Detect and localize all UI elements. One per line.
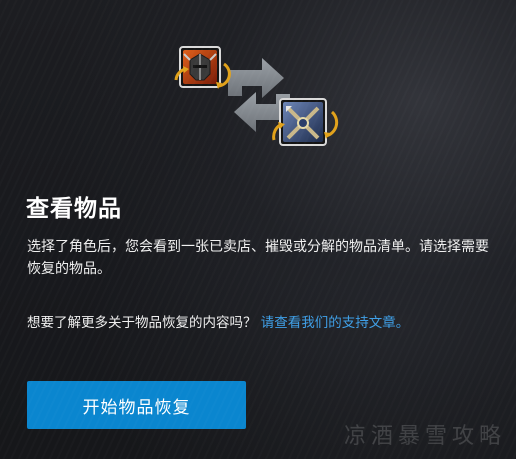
crossed-weapon-item-icon <box>279 98 327 146</box>
help-prompt: 想要了解更多关于物品恢复的内容吗？ <box>27 315 257 331</box>
item-restoration-panel: 查看物品 选择了角色后，您会看到一张已卖店、摧毁或分解的物品清单。请选择需要恢复… <box>0 0 516 459</box>
helmet-item-icon <box>179 46 221 88</box>
description-text: 选择了角色后，您会看到一张已卖店、摧毁或分解的物品清单。请选择需要恢复的物品。 <box>27 239 489 277</box>
help-line: 想要了解更多关于物品恢复的内容吗？ 请查看我们的支持文章。 <box>27 313 507 333</box>
start-restoration-button[interactable]: 开始物品恢复 <box>27 381 246 429</box>
watermark-text: 凉酒暴雪攻略 <box>343 424 506 449</box>
support-article-link[interactable]: 请查看我们的支持文章。 <box>261 315 410 331</box>
swap-arrows-icon <box>174 46 339 146</box>
page-title: 查看物品 <box>26 196 122 222</box>
item-swap-illustration <box>170 36 346 154</box>
